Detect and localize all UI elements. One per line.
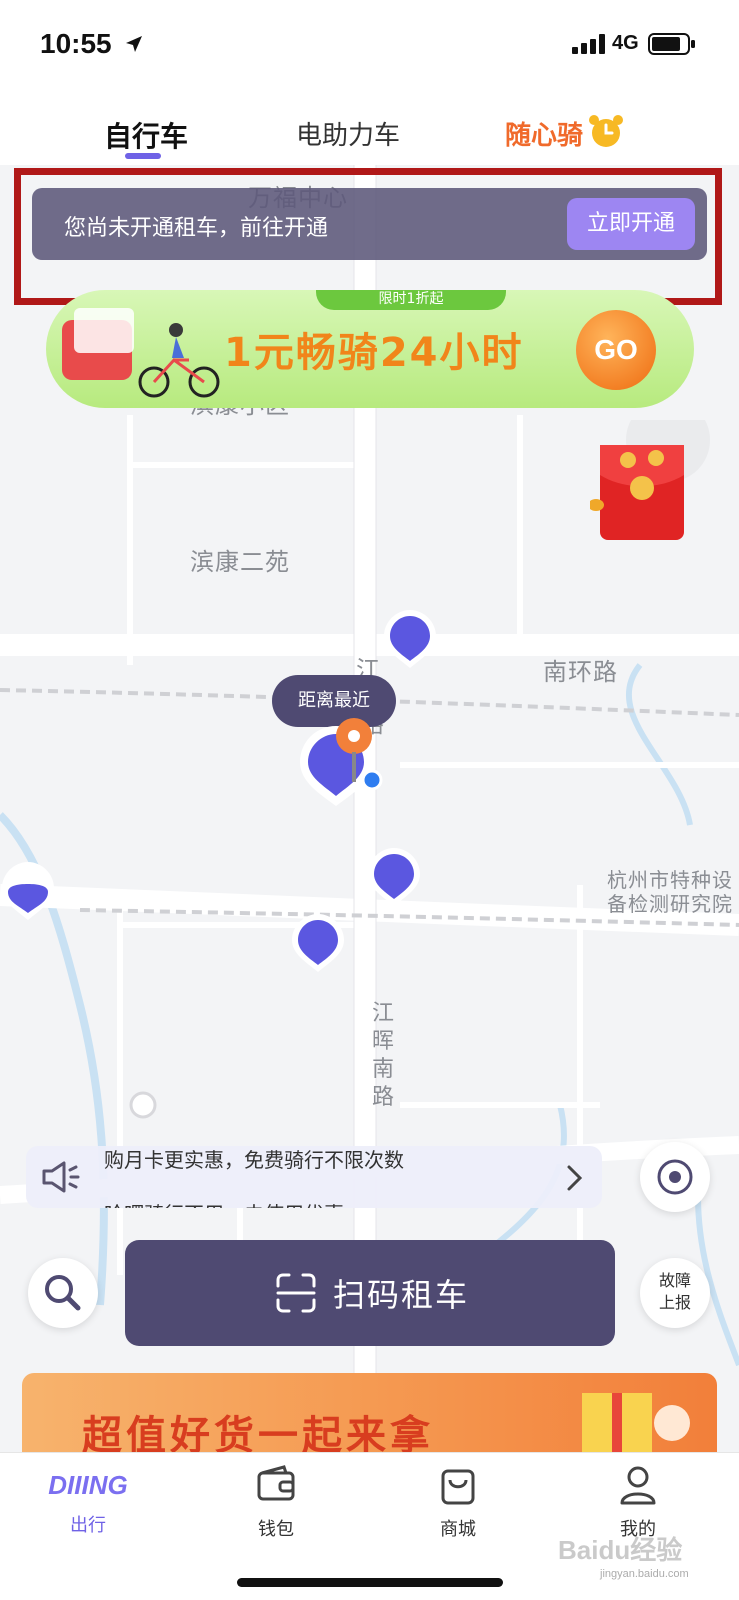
watermark-sub: jingyan.baidu.com — [600, 1568, 689, 1580]
promo-tag: 限时1折起 — [316, 290, 506, 310]
status-time: 10:55 — [40, 28, 112, 59]
tab-active-indicator — [125, 153, 161, 159]
scan-icon — [276, 1273, 316, 1313]
tab-wallet[interactable]: 钱包 — [216, 1463, 336, 1541]
tab-bicycle[interactable]: 自行车 — [104, 115, 188, 155]
announcement-text: 购月卡更实惠，免费骑行不限次数 — [104, 1148, 404, 1172]
fault-report-label: 故障上报 — [658, 1271, 691, 1312]
status-bar: 10:55 4G — [0, 0, 739, 90]
fault-report-button[interactable]: 故障上报 — [640, 1258, 710, 1328]
bottom-ad-banner[interactable]: 超值好货一起来拿 — [22, 1373, 717, 1455]
search-icon — [45, 1275, 81, 1311]
wallet-icon — [257, 1465, 295, 1501]
promo-text: 1元畅骑24小时 — [224, 330, 524, 376]
bottom-ad-text: 超值好货一起来拿 — [82, 1413, 434, 1455]
battery-icon — [648, 33, 695, 55]
locate-button[interactable] — [640, 1142, 710, 1212]
shop-bag-icon — [441, 1469, 475, 1505]
watermark: Baidu经验 — [558, 1535, 683, 1565]
promo-banner[interactable]: 限时1折起 1元畅骑24小时 GO — [46, 290, 694, 408]
tab-ebike[interactable]: 电助力车 — [296, 115, 400, 152]
location-arrow-icon — [126, 36, 142, 52]
tab-shop[interactable]: 商城 — [398, 1463, 518, 1541]
tab-shop-label: 商城 — [440, 1519, 476, 1540]
search-button[interactable] — [28, 1258, 98, 1328]
tab-ride-label: 出行 — [70, 1515, 106, 1536]
vehicle-tabs: 自行车 电助力车 随心骑 — [0, 95, 739, 165]
alarm-clock-icon — [589, 115, 623, 147]
gift-box-illustration — [582, 1393, 690, 1455]
tab-ride[interactable]: DIIING 出行 — [28, 1463, 148, 1537]
signal-icon — [572, 34, 605, 54]
place-label: 南环路 — [543, 658, 618, 686]
user-icon — [620, 1466, 656, 1505]
speaker-icon — [42, 1161, 80, 1193]
open-now-button[interactable]: 立即开通 — [567, 198, 695, 250]
home-indicator[interactable] — [237, 1578, 503, 1587]
place-label: 备检测研究院 — [607, 892, 733, 916]
locate-icon — [657, 1159, 693, 1195]
diing-logo: DIIING — [48, 1470, 128, 1500]
cyclist-illustration — [62, 308, 220, 398]
tab-wallet-label: 钱包 — [258, 1519, 294, 1540]
scan-to-rent-button[interactable]: 扫码租车 — [125, 1240, 615, 1346]
red-envelope-gift-icon[interactable] — [590, 420, 710, 545]
bike-location-pin[interactable] — [382, 608, 438, 670]
scan-label: 扫码租车 — [333, 1276, 470, 1314]
announcement-text-next: 哈啰骑行不用，未使用优惠 — [104, 1198, 344, 1208]
notice-text: 您尚未开通租车，前往开通 — [64, 216, 329, 241]
rental-notice: 您尚未开通租车，前往开通 立即开通 — [32, 188, 707, 260]
place-label: 滨康二苑 — [190, 548, 290, 576]
announcement-bar[interactable]: 购月卡更实惠，免费骑行不限次数 哈啰骑行不用，未使用优惠 — [26, 1146, 602, 1208]
place-label: 江晖南路 — [372, 1001, 396, 1110]
bike-location-pin[interactable] — [290, 912, 346, 974]
bike-location-pin[interactable] — [366, 846, 422, 908]
bike-location-pin[interactable] — [0, 860, 56, 922]
tab-free-ride[interactable]: 随心骑 — [505, 115, 583, 152]
network-type: 4G — [612, 32, 639, 54]
current-location-marker — [336, 718, 372, 782]
chevron-right-icon — [567, 1165, 583, 1191]
go-button[interactable]: GO — [576, 310, 656, 390]
